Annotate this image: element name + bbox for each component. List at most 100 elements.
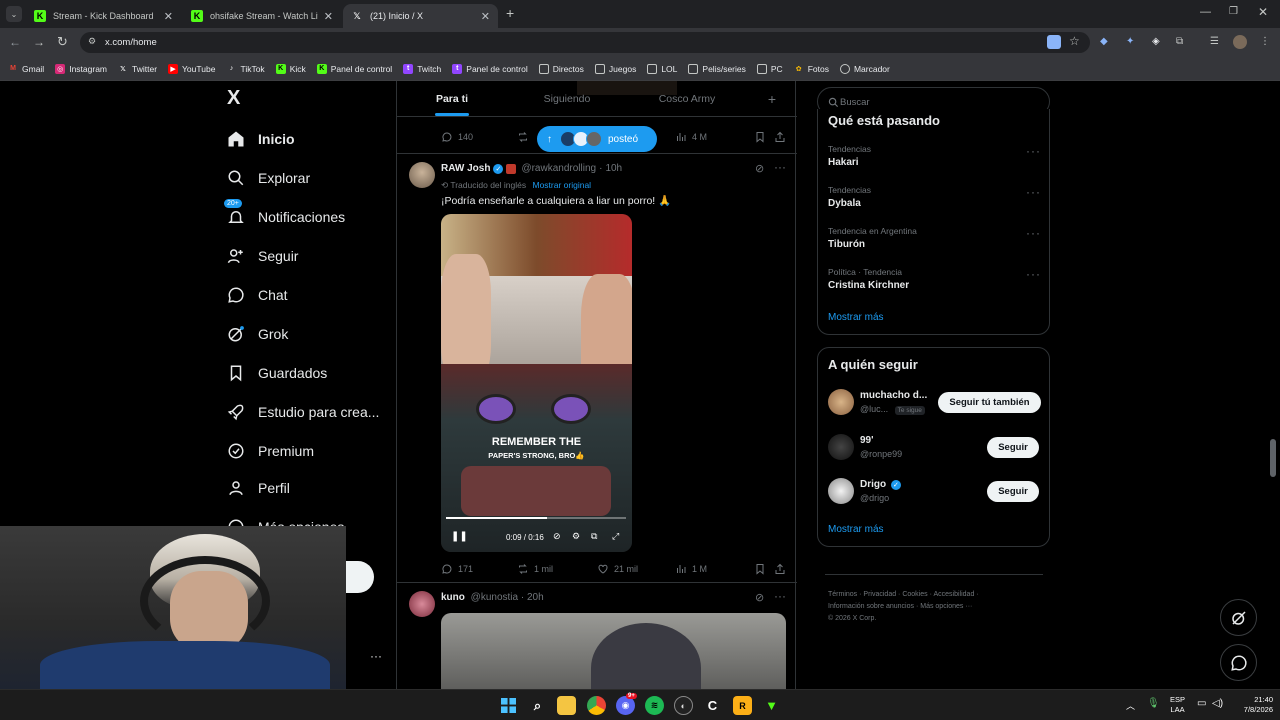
reload-icon[interactable]: ↻: [57, 34, 68, 50]
prev-bookmark-icon[interactable]: [754, 131, 771, 143]
close-window-icon[interactable]: ✕: [1258, 5, 1268, 19]
author-name[interactable]: RAW Josh: [441, 163, 490, 174]
tray-chevron-icon[interactable]: ︿: [1126, 699, 1135, 712]
show-more-link[interactable]: Mostrar más: [828, 524, 884, 535]
post-time[interactable]: 10h: [605, 163, 622, 174]
prev-repost[interactable]: [517, 131, 534, 143]
nav-premium[interactable]: Premium: [226, 436, 314, 466]
trend-item[interactable]: Tendencia en Argentina Tiburón ···: [828, 226, 1041, 250]
new-tab-icon[interactable]: +: [506, 5, 514, 21]
browser-tab-x-home[interactable]: 𝕏 (21) Inicio / X ✕: [343, 4, 498, 28]
trend-more-icon[interactable]: ···: [1026, 144, 1041, 158]
bookmark-twitch-panel[interactable]: t Panel de control: [452, 63, 528, 74]
follow-button[interactable]: Seguir: [987, 437, 1039, 458]
forward-icon[interactable]: →: [33, 35, 45, 49]
bookmark-kick[interactable]: K Kick: [275, 63, 306, 74]
post-rawkandrolling[interactable]: RAW Josh ✓ @rawkandrolling · 10h ⊘ ··· ⟲…: [397, 154, 797, 582]
side-panel-icon[interactable]: ☰: [1210, 36, 1219, 47]
volume-icon[interactable]: ◁): [1212, 698, 1223, 709]
address-bar[interactable]: ⚙ x.com/home ☆: [80, 32, 1090, 53]
install-icon[interactable]: [1047, 35, 1061, 49]
star-icon[interactable]: ☆: [1069, 34, 1080, 48]
nav-follow[interactable]: Seguir: [226, 241, 298, 271]
extension-icon[interactable]: ◆: [1100, 36, 1108, 47]
grok-icon[interactable]: ⊘: [755, 162, 764, 175]
prev-reply-count[interactable]: 140: [441, 131, 473, 143]
maximize-icon[interactable]: ❐: [1229, 6, 1238, 17]
post-more-icon[interactable]: ···: [774, 589, 786, 603]
trend-item[interactable]: Tendencias Hakari ···: [828, 144, 1041, 168]
bookmark-folder-lol[interactable]: LOL: [647, 63, 677, 74]
bookmark-folder-directos[interactable]: Directos: [538, 63, 584, 74]
tab-for-you[interactable]: Para ti: [397, 81, 507, 116]
profile-avatar[interactable]: [1233, 35, 1247, 49]
discord-icon[interactable]: ◉ 9+: [616, 693, 637, 715]
grok-float-button[interactable]: [1220, 599, 1257, 636]
follow-suggestion[interactable]: Drigo ✓ @drigo Seguir: [828, 477, 1041, 507]
post-kunostia[interactable]: kuno @kunostia · 20h ⊘ ···: [397, 583, 797, 689]
avatar[interactable]: [409, 162, 435, 188]
trend-more-icon[interactable]: ···: [1026, 226, 1041, 240]
follow-button[interactable]: Seguir: [987, 481, 1039, 502]
trend-more-icon[interactable]: ···: [1026, 267, 1041, 281]
author-name[interactable]: kuno: [441, 592, 465, 603]
prev-share-icon[interactable]: [774, 131, 791, 143]
repost-button[interactable]: 1 mil: [517, 563, 553, 575]
nav-bookmarks[interactable]: Guardados: [226, 358, 327, 388]
obs-icon[interactable]: ◐: [674, 696, 693, 715]
post-media[interactable]: [441, 613, 786, 689]
trend-item[interactable]: Política · Tendencia Cristina Kirchner ·…: [828, 267, 1041, 291]
author-handle[interactable]: @kunostia: [471, 592, 518, 603]
mute-icon[interactable]: ⊘: [553, 531, 561, 542]
account-more-icon[interactable]: ···: [370, 649, 382, 663]
back-icon[interactable]: ←: [9, 35, 21, 49]
bookmark-folder-pelis[interactable]: Pelis/series: [688, 63, 746, 74]
settings-icon[interactable]: ⚙: [572, 531, 580, 542]
search-icon[interactable]: ⌕: [528, 696, 547, 715]
reply-button[interactable]: 171: [441, 563, 473, 575]
spotify-icon[interactable]: ≋: [645, 696, 664, 715]
nav-grok[interactable]: Grok: [226, 319, 288, 349]
site-info-icon[interactable]: ⚙: [88, 36, 96, 47]
nav-notifications[interactable]: 20+ Notificaciones: [224, 199, 345, 232]
puzzle-icon[interactable]: ⧉: [1176, 36, 1183, 47]
follow-back-button[interactable]: Seguir tú también: [938, 392, 1041, 413]
pause-icon[interactable]: ❚❚: [451, 531, 468, 542]
chrome-icon[interactable]: [587, 696, 606, 715]
network-icon[interactable]: ▭: [1197, 698, 1206, 709]
nav-creator-studio[interactable]: Estudio para crea...: [226, 397, 379, 427]
like-button[interactable]: 21 mil: [597, 563, 638, 575]
show-original-link[interactable]: Mostrar original: [532, 180, 591, 190]
language-indicator[interactable]: ESP LAA: [1170, 695, 1185, 715]
clock[interactable]: 21:40 7/8/2026: [1228, 695, 1273, 715]
trend-item[interactable]: Tendencias Dybala ···: [828, 185, 1041, 209]
bookmark-marcador[interactable]: Marcador: [839, 63, 890, 74]
nav-chat[interactable]: Chat: [226, 280, 288, 310]
post-more-icon[interactable]: ···: [774, 160, 786, 174]
footer-link[interactable]: Más opciones ···: [920, 603, 972, 610]
author-handle[interactable]: @rawkandrolling: [521, 163, 596, 174]
x-logo[interactable]: X: [227, 87, 240, 110]
post-video[interactable]: REMEMBER THE PAPER'S STRONG, BRO👍 ❚❚ 0:0…: [441, 214, 632, 552]
bookmark-gmail[interactable]: M Gmail: [8, 64, 44, 74]
close-tab-icon[interactable]: ✕: [324, 10, 333, 23]
bookmark-twitch[interactable]: t Twitch: [403, 63, 441, 74]
browser-tab-kick-stream[interactable]: K ohsifake Stream - Watch Live on Kick ✕: [183, 4, 341, 28]
footer-link[interactable]: Información sobre anuncios: [828, 603, 914, 610]
menu-icon[interactable]: ⋮: [1260, 36, 1270, 47]
bookmark-tiktok[interactable]: ♪ TikTok: [226, 64, 265, 74]
browser-tab-kick-dashboard[interactable]: K Stream - Kick Dashboard ✕: [26, 4, 181, 28]
bookmark-youtube[interactable]: ▶ YouTube: [168, 63, 215, 74]
bookmark-kick-panel[interactable]: K Panel de control: [316, 63, 392, 74]
fullscreen-icon[interactable]: ⤢: [612, 531, 619, 542]
ccleaner-icon[interactable]: C: [703, 696, 722, 715]
minimize-icon[interactable]: —: [1200, 6, 1211, 18]
prev-views[interactable]: 4 M: [675, 131, 707, 143]
avatar[interactable]: [409, 591, 435, 617]
file-explorer-icon[interactable]: [557, 696, 576, 715]
pip-icon[interactable]: ⧉: [591, 531, 597, 542]
extension-icon[interactable]: ✦: [1126, 36, 1134, 47]
bookmark-instagram[interactable]: ◎ Instagram: [55, 63, 107, 74]
bookmark-twitter[interactable]: 𝕏 Twitter: [118, 64, 157, 74]
add-tab-icon[interactable]: +: [747, 81, 797, 116]
